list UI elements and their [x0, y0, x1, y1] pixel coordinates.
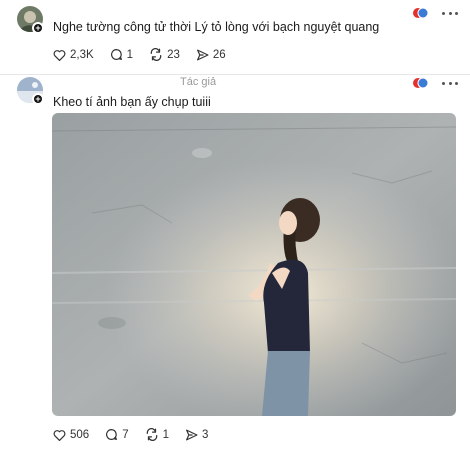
- like-count: 506: [70, 428, 90, 441]
- comment-count: 7: [122, 428, 129, 441]
- post-photo[interactable]: [52, 113, 456, 416]
- post-2: Tác giả + Kheo tí ảnh bạn ấy chụp tuiii: [0, 0, 470, 450]
- comment-button[interactable]: 7: [105, 428, 129, 441]
- share-button[interactable]: 3: [185, 429, 208, 441]
- reaction-icon[interactable]: [412, 77, 428, 89]
- more-icon[interactable]: [442, 78, 458, 88]
- repost-icon: [146, 428, 157, 441]
- like-button[interactable]: 506: [53, 429, 89, 441]
- share-icon: [186, 429, 198, 440]
- post-text: Kheo tí ảnh bạn ấy chụp tuiii: [53, 95, 211, 109]
- heart-icon: [53, 429, 66, 441]
- author-tag: Tác giả: [180, 76, 217, 88]
- post-actions: 506 7 1 3: [53, 428, 224, 441]
- follow-plus-icon[interactable]: +: [32, 93, 44, 105]
- share-count: 3: [202, 428, 209, 441]
- comment-icon: [106, 429, 118, 440]
- repost-button[interactable]: 1: [145, 428, 169, 441]
- repost-count: 1: [162, 428, 169, 441]
